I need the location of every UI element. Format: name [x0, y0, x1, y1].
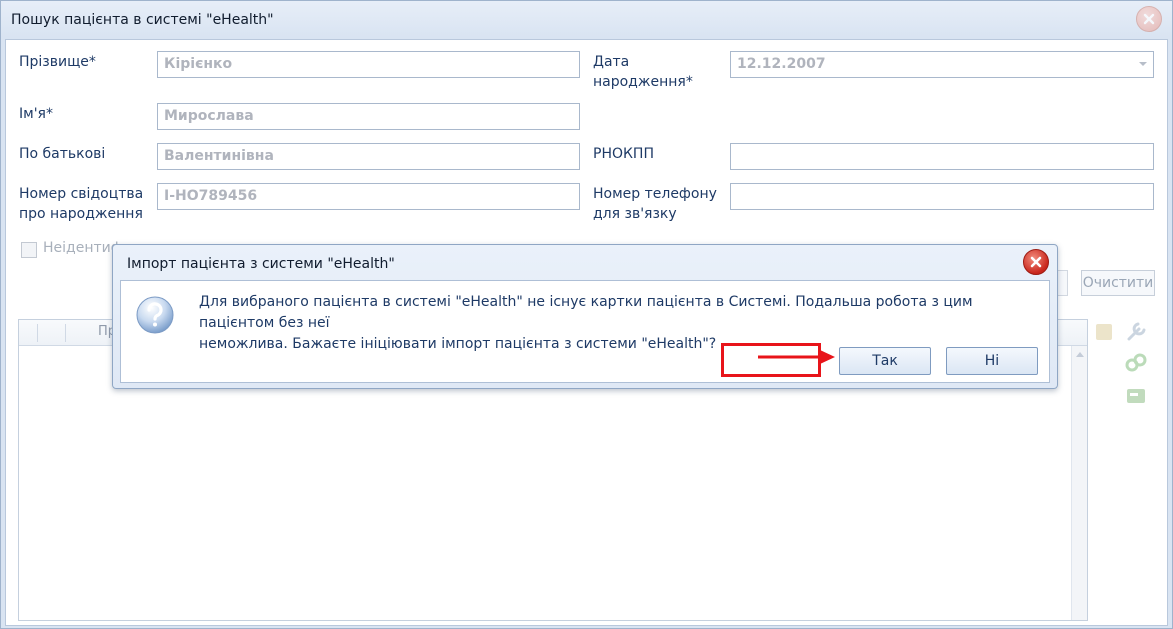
chevron-down-icon[interactable] — [1139, 62, 1147, 66]
surname-field[interactable]: Кірієнко — [157, 51, 580, 78]
wrench-icon[interactable] — [1123, 319, 1149, 345]
birth-cert-label-line2: про народження — [19, 206, 143, 222]
grid-column-divider — [65, 324, 66, 342]
unidentified-checkbox[interactable] — [21, 242, 37, 258]
close-icon — [1143, 13, 1155, 25]
name-field[interactable]: Мирослава — [157, 103, 580, 130]
question-icon — [136, 296, 174, 334]
dialog-message-line1: Для вибраного пацієнта в системі "eHealt… — [199, 294, 973, 331]
yes-button[interactable]: Так — [839, 347, 931, 375]
patronymic-field[interactable]: Валентинівна — [157, 143, 580, 170]
birthdate-label-line1: Дата — [593, 54, 630, 70]
dialog-message: Для вибраного пацієнта в системі "eHealt… — [199, 292, 1039, 355]
dialog-close-button[interactable] — [1023, 249, 1049, 275]
card-icon[interactable] — [1123, 383, 1149, 409]
grid-column-divider — [37, 324, 38, 342]
birth-cert-field[interactable]: І-НО789456 — [157, 183, 580, 210]
arrow-right-icon — [758, 350, 835, 364]
card-icon[interactable] — [1091, 319, 1117, 345]
phone-label-line1: Номер телефону — [593, 186, 717, 202]
rnokpp-field[interactable] — [730, 143, 1154, 170]
birth-cert-label-line1: Номер свідоцтва — [19, 186, 144, 202]
import-dialog: Імпорт пацієнта з системи "eHealth" Для … — [112, 244, 1058, 389]
birthdate-label-line2: народження* — [593, 74, 693, 90]
window-titlebar: Пошук пацієнта в системі "eHealth" — [1, 1, 1172, 39]
no-button[interactable]: Ні — [946, 347, 1038, 375]
birthdate-value: 12.12.2007 — [737, 56, 826, 72]
dialog-body: Для вибраного пацієнта в системі "eHealt… — [120, 280, 1050, 383]
rnokpp-label: РНОКПП — [593, 146, 654, 162]
window-close-button[interactable] — [1136, 6, 1162, 32]
patronymic-label: По батькові — [19, 146, 106, 162]
unidentified-label: Неідентиф — [43, 240, 123, 256]
dialog-title: Імпорт пацієнта з системи "eHealth" — [127, 256, 395, 272]
phone-label-line2: для зв'язку — [593, 206, 677, 222]
link-icon[interactable] — [1123, 350, 1149, 376]
clear-button[interactable]: Очистити — [1081, 270, 1155, 296]
window-title: Пошук пацієнта в системі "eHealth" — [11, 12, 274, 28]
surname-label: Прізвище* — [19, 54, 96, 70]
grid-scrollbar[interactable] — [1071, 346, 1087, 620]
scroll-up-icon[interactable] — [1076, 352, 1084, 357]
close-icon — [1030, 256, 1042, 268]
name-label: Ім'я* — [19, 106, 53, 122]
phone-field[interactable] — [730, 183, 1154, 210]
birthdate-combo[interactable]: 12.12.2007 — [730, 51, 1154, 78]
